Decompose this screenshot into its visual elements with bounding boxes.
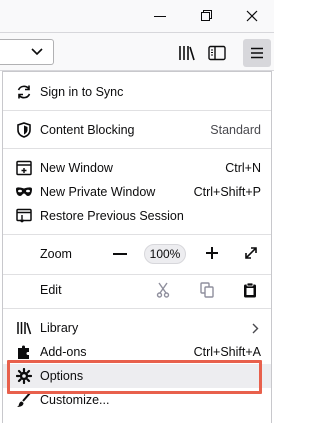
edit-label: Edit (40, 283, 62, 297)
app-menu-panel: Sign in to Sync Content Blocking Standar… (2, 71, 272, 423)
url-bar[interactable] (0, 39, 54, 65)
content-blocking-item[interactable]: Content Blocking Standard (3, 118, 271, 142)
close-icon (246, 10, 258, 22)
edit-row: Edit (3, 278, 271, 302)
zoom-controls: 100% (3, 244, 271, 267)
sync-icon (15, 83, 33, 101)
new-window-icon (15, 159, 33, 177)
fullscreen-icon (245, 247, 257, 259)
puzzle-icon (15, 343, 33, 361)
separator (3, 274, 271, 275)
sidebar-toolbar-button[interactable] (206, 44, 228, 62)
separator (3, 234, 271, 235)
restore-icon (15, 207, 33, 225)
zoom-out-icon[interactable] (113, 253, 127, 255)
separator (3, 308, 271, 309)
new-private-window-label: New Private Window (40, 185, 156, 199)
mask-icon (15, 183, 33, 201)
options-item[interactable]: Options (3, 364, 271, 388)
title-bar (0, 0, 274, 33)
shield-icon (15, 121, 33, 139)
sign-in-sync-label: Sign in to Sync (40, 85, 124, 99)
library-menu-icon (15, 319, 33, 337)
arrow-right-icon (251, 323, 259, 337)
paintbrush-icon (15, 391, 33, 409)
hamburger-menu-icon (251, 47, 263, 59)
library-icon (179, 46, 195, 61)
addons-shortcut: Ctrl+Shift+A (193, 345, 261, 359)
library-label: Library (40, 321, 79, 335)
new-window-shortcut: Ctrl+N (225, 161, 261, 175)
sidebar-icon (208, 45, 226, 61)
zoom-row: Zoom 100% (3, 242, 271, 266)
new-private-window-item[interactable]: New Private Window Ctrl+Shift+P (3, 180, 271, 204)
maximize-button[interactable] (197, 6, 217, 26)
paste-button[interactable] (243, 282, 257, 301)
minimize-icon (154, 15, 166, 17)
addons-label: Add-ons (40, 345, 87, 359)
sign-in-sync-item[interactable]: Sign in to Sync (3, 80, 271, 104)
new-window-label: New Window (40, 161, 113, 175)
addons-item[interactable]: Add-ons Ctrl+Shift+A (3, 340, 271, 364)
close-button[interactable] (242, 6, 262, 26)
separator (3, 148, 271, 149)
minimize-button[interactable] (150, 6, 170, 26)
copy-button[interactable] (200, 282, 214, 301)
copy-icon (200, 282, 214, 298)
paste-icon (244, 282, 256, 298)
cut-button[interactable] (156, 282, 170, 301)
gear-icon (15, 367, 33, 385)
zoom-reset-button[interactable]: 100% (144, 244, 186, 264)
fullscreen-button[interactable] (244, 246, 258, 263)
restore-session-item[interactable]: Restore Previous Session (3, 204, 271, 228)
cut-icon (156, 282, 170, 298)
zoom-in-icon (206, 247, 218, 259)
nav-toolbar (0, 33, 274, 71)
zoom-in-button[interactable] (205, 246, 219, 263)
library-item[interactable]: Library (3, 316, 271, 340)
customize-item[interactable]: Customize... (3, 388, 271, 412)
library-toolbar-button[interactable] (176, 44, 198, 62)
maximize-icon (201, 10, 212, 21)
restore-session-label: Restore Previous Session (40, 209, 184, 223)
new-private-window-shortcut: Ctrl+Shift+P (193, 185, 261, 199)
separator (3, 110, 271, 111)
open-menu-button[interactable] (243, 39, 271, 67)
dropdown-chevron-icon[interactable] (30, 46, 44, 58)
options-label: Options (40, 369, 84, 383)
new-window-item[interactable]: New Window Ctrl+N (3, 156, 271, 180)
customize-label: Customize... (40, 393, 110, 407)
content-blocking-label: Content Blocking (40, 123, 135, 137)
content-blocking-value: Standard (210, 123, 261, 137)
